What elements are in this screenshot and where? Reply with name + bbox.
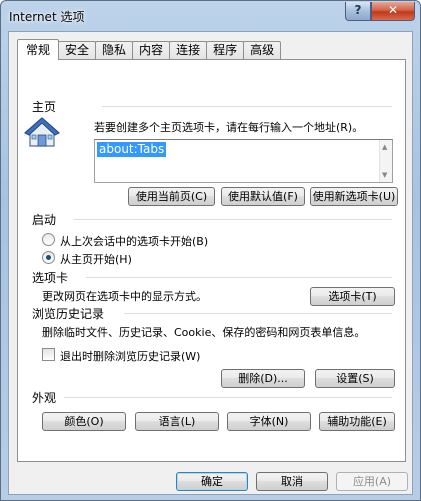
delete-on-exit-label[interactable]: 退出时删除浏览历史记录(W) xyxy=(60,348,200,364)
startup-separator xyxy=(74,219,392,220)
scroll-up-icon[interactable]: ▲ xyxy=(382,143,387,151)
use-new-tab-button[interactable]: 使用新选项卡(U) xyxy=(310,187,398,206)
tabs-separator xyxy=(86,277,392,278)
use-default-button[interactable]: 使用默认值(F) xyxy=(221,187,305,206)
tab-content[interactable]: 内容 xyxy=(132,41,171,60)
accessibility-button[interactable]: 辅助功能(E) xyxy=(319,412,395,431)
home-separator xyxy=(102,106,392,107)
internet-options-window: Internet 选项 ? ✕ 常规 安全 隐私 内容 连接 程序 高级 主页 xyxy=(0,0,421,501)
startup-last-session-radio[interactable] xyxy=(42,233,55,246)
tabs-group-title: 选项卡 xyxy=(32,271,69,285)
ok-button[interactable]: 确定 xyxy=(176,472,248,491)
tab-connections[interactable]: 连接 xyxy=(169,41,208,60)
home-instruction: 若要创建多个主页选项卡，请在每行输入一个地址(R)。 xyxy=(94,121,364,134)
history-description: 删除临时文件、历史记录、Cookie、保存的密码和网页表单信息。 xyxy=(42,326,366,339)
tab-advanced[interactable]: 高级 xyxy=(243,41,282,60)
delete-history-button[interactable]: 删除(D)... xyxy=(221,369,305,388)
history-separator xyxy=(124,313,392,314)
history-settings-button[interactable]: 设置(S) xyxy=(315,369,395,388)
fonts-button[interactable]: 字体(N) xyxy=(227,412,311,431)
use-current-button[interactable]: 使用当前页(C) xyxy=(128,187,215,206)
apply-button[interactable]: 应用(A) xyxy=(336,472,408,491)
title-bar[interactable]: Internet 选项 ? ✕ xyxy=(1,1,420,31)
home-page-scrollbar[interactable]: ▲ ▼ xyxy=(379,140,392,182)
startup-home-radio[interactable] xyxy=(42,251,55,264)
languages-button[interactable]: 语言(L) xyxy=(135,412,219,431)
tabs-settings-button[interactable]: 选项卡(T) xyxy=(310,287,395,306)
startup-home-label[interactable]: 从主页开始(H) xyxy=(60,251,132,267)
tab-general[interactable]: 常规 xyxy=(17,39,60,60)
delete-on-exit-checkbox[interactable] xyxy=(42,348,55,361)
cancel-button[interactable]: 取消 xyxy=(256,472,328,491)
tab-security[interactable]: 安全 xyxy=(58,41,97,60)
startup-last-session-label[interactable]: 从上次会话中的选项卡开始(B) xyxy=(60,233,208,249)
window-title: Internet 选项 xyxy=(9,10,85,24)
home-group-title: 主页 xyxy=(32,100,57,114)
general-panel: 主页 若要创建多个主页选项卡，请在每行输入一个地址(R)。 about:Tabs… xyxy=(17,59,406,462)
close-button[interactable]: ✕ xyxy=(371,2,415,21)
startup-group-title: 启动 xyxy=(32,213,57,227)
tab-privacy[interactable]: 隐私 xyxy=(95,41,134,60)
appearance-separator xyxy=(64,397,392,398)
tab-programs[interactable]: 程序 xyxy=(206,41,245,60)
appearance-group-title: 外观 xyxy=(32,391,57,405)
home-page-input[interactable]: about:Tabs ▲ ▼ xyxy=(94,139,393,183)
home-icon xyxy=(24,117,60,147)
dialog-client: 常规 安全 隐私 内容 连接 程序 高级 主页 若要创建多个主页选项卡，请在每行… xyxy=(8,31,413,495)
help-button[interactable]: ? xyxy=(345,2,371,21)
colors-button[interactable]: 颜色(O) xyxy=(42,412,126,431)
tab-strip: 常规 安全 隐私 内容 连接 程序 高级 xyxy=(17,39,282,60)
tabs-description: 更改网页在选项卡中的显示方式。 xyxy=(42,290,207,303)
history-group-title: 浏览历史记录 xyxy=(32,307,105,321)
scroll-down-icon[interactable]: ▼ xyxy=(382,171,387,179)
home-page-value: about:Tabs xyxy=(97,142,167,157)
